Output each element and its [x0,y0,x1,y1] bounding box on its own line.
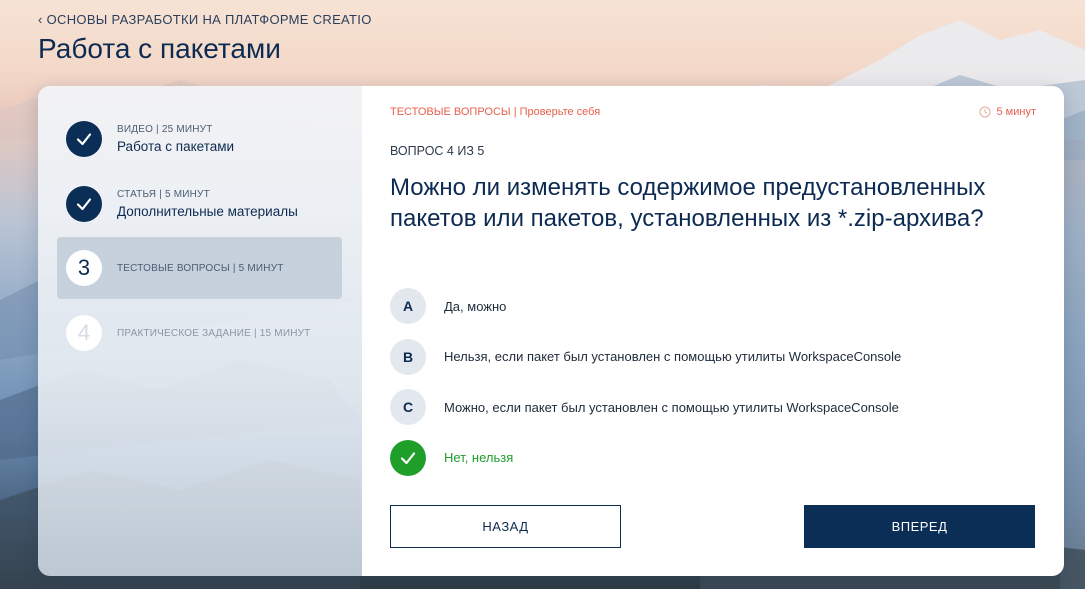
clock-icon [979,106,990,118]
timer-label: 5 минут [996,106,1037,118]
question-counter: ВОПРОС 4 ИЗ 5 [390,144,485,158]
step-name: Дополнительные материалы [117,204,298,219]
step-article[interactable]: СТАТЬЯ | 5 МИНУТ Дополнительные материал… [57,173,342,235]
option-text: Да, можно [444,298,507,314]
lesson-card: ВИДЕО | 25 МИНУТ Работа с пакетами СТАТЬ… [38,86,1064,576]
page-header: ‹ ОСНОВЫ РАЗРАБОТКИ НА ПЛАТФОРМЕ CREATIO… [38,12,372,65]
step-meta: СТАТЬЯ | 5 МИНУТ [117,189,210,200]
timer: 5 минут [979,106,1037,118]
checkmark-icon [400,451,416,464]
step-name: Работа с пакетами [117,139,235,154]
option-letter: A [390,288,426,324]
step-test-questions[interactable]: 3 ТЕСТОВЫЕ ВОПРОСЫ | 5 МИНУТ [57,237,342,299]
step-practical-task[interactable]: 4 ПРАКТИЧЕСКОЕ ЗАДАНИЕ | 15 МИНУТ [57,302,342,364]
step-video[interactable]: ВИДЕО | 25 МИНУТ Работа с пакетами [57,108,342,170]
option-text: Нет, нельзя [444,450,514,465]
step-meta: ВИДЕО | 25 МИНУТ [117,124,213,135]
answer-option-a[interactable]: A Да, можно [390,288,901,324]
next-button[interactable]: ВПЕРЕД [804,505,1035,548]
back-button[interactable]: НАЗАД [390,505,621,548]
quiz-panel: ТЕСТОВЫЕ ВОПРОСЫ | Проверьте себя 5 мину… [362,86,1064,576]
step-completed-badge [66,121,102,157]
page-title: Работа с пакетами [38,33,281,64]
answer-option-b[interactable]: B Нельзя, если пакет был установлен с по… [390,338,902,375]
chevron-left-icon: ‹ [38,12,43,27]
question-text: Можно ли изменять содержимое предустанов… [390,174,986,232]
option-text: Нельзя, если пакет был установлен с помо… [444,349,902,364]
breadcrumb-back-link[interactable]: ‹ ОСНОВЫ РАЗРАБОТКИ НА ПЛАТФОРМЕ CREATIO [38,12,372,27]
step-meta: ТЕСТОВЫЕ ВОПРОСЫ | 5 МИНУТ [117,262,284,274]
answer-option-d[interactable]: Нет, нельзя [390,439,901,476]
section-label: ТЕСТОВЫЕ ВОПРОСЫ | Проверьте себя [390,106,600,118]
option-letter: B [390,338,426,375]
answer-option-c[interactable]: C Можно, если пакет был установлен с пом… [390,389,901,425]
checkmark-icon [76,198,92,211]
lesson-steps-sidebar: ВИДЕО | 25 МИНУТ Работа с пакетами СТАТЬ… [38,86,362,576]
breadcrumb-label: ОСНОВЫ РАЗРАБОТКИ НА ПЛАТФОРМЕ CREATIO [46,12,372,27]
step-number-badge: 3 [66,250,102,286]
step-number-badge: 4 [66,315,102,351]
section-label-sub: | Проверьте себя [510,106,601,118]
section-label-title: ТЕСТОВЫЕ ВОПРОСЫ [390,106,511,118]
checkmark-icon [76,133,92,146]
option-correct-badge [390,439,426,476]
option-text: Можно, если пакет был установлен с помощ… [444,399,899,415]
step-meta: ПРАКТИЧЕСКОЕ ЗАДАНИЕ | 15 МИНУТ [117,327,311,339]
option-letter: C [390,389,426,425]
step-completed-badge [66,186,102,222]
answer-options: A Да, можно B Нельзя, если пакет был уст… [390,288,901,490]
